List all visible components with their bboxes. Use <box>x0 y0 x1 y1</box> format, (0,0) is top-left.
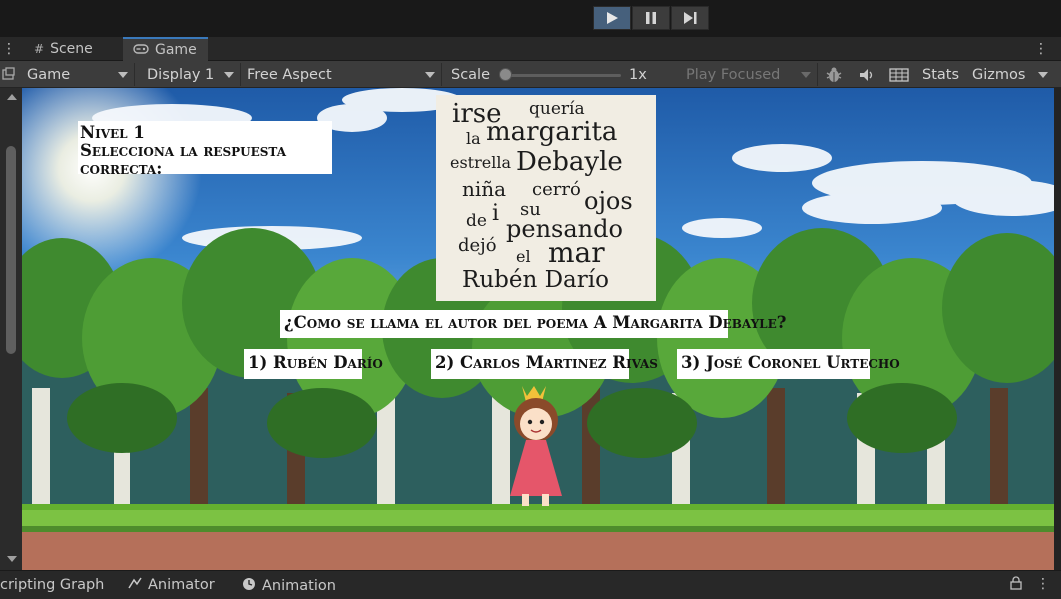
game-viewport[interactable]: Nivel 1 Selecciona la respuesta correcta… <box>22 88 1054 570</box>
word-cloud-word: estrella <box>450 153 511 172</box>
instruction-text: Selecciona la respuesta correcta: <box>80 141 287 179</box>
level-panel: Nivel 1 Selecciona la respuesta correcta… <box>78 121 332 178</box>
pause-button[interactable] <box>632 6 670 30</box>
game-view-dropdown-label: Game <box>27 66 71 83</box>
tab-scene-label: Scene <box>50 41 93 57</box>
gizmos-dropdown[interactable]: Gizmos <box>966 63 1054 86</box>
scale-slider-handle[interactable] <box>499 68 512 81</box>
maximize-icon[interactable] <box>0 63 20 84</box>
bottom-tab-bar: cripting Graph Animator Animation ⋮ <box>0 570 1061 599</box>
dirt-ground <box>22 532 1054 570</box>
chevron-down-icon <box>801 72 811 78</box>
tab-animator-label: Animator <box>148 577 215 593</box>
scrollbar-thumb[interactable] <box>6 146 16 354</box>
grid-layout-icon[interactable] <box>887 64 911 85</box>
word-cloud-word: Rubén Darío <box>462 267 609 293</box>
scale-value: 1x <box>629 66 647 83</box>
aspect-dropdown[interactable]: Free Aspect <box>241 63 442 86</box>
chevron-down-icon <box>224 72 234 78</box>
chevron-down-icon <box>425 72 435 78</box>
play-icon <box>607 12 618 24</box>
chevron-down-icon <box>1038 72 1048 78</box>
panel-menu-icon[interactable]: ⋮ <box>2 42 16 56</box>
window-menu-icon[interactable]: ⋮ <box>1034 42 1048 56</box>
tab-scripting-graph-label: cripting Graph <box>0 577 105 593</box>
tab-animator[interactable]: Animator <box>128 577 215 593</box>
play-focused-dropdown[interactable]: Play Focused <box>680 63 818 86</box>
clock-icon <box>242 577 256 595</box>
play-toolbar <box>0 0 1061 37</box>
level-title: Nivel 1 <box>80 123 145 142</box>
step-button[interactable] <box>671 6 709 30</box>
play-button[interactable] <box>593 6 631 30</box>
grass-edge <box>22 526 1054 532</box>
viewport-right-margin <box>1054 88 1061 570</box>
gizmos-label: Gizmos <box>972 66 1026 83</box>
stats-button[interactable]: Stats <box>922 63 959 86</box>
tab-scripting-graph[interactable]: cripting Graph <box>0 577 104 593</box>
word-cloud-word: mar <box>548 236 605 269</box>
word-cloud-word: de <box>466 211 487 231</box>
word-cloud-word: el <box>516 247 531 266</box>
pause-icon <box>646 12 656 24</box>
lock-icon[interactable] <box>1010 576 1022 590</box>
scale-slider-track[interactable] <box>505 74 621 77</box>
bug-icon[interactable] <box>822 64 846 85</box>
tab-scene[interactable]: # Scene <box>24 37 122 61</box>
question-text: ¿Como se llama el autor del poema A Marg… <box>280 310 786 338</box>
word-cloud-word: Debayle <box>516 147 623 177</box>
tab-game[interactable]: Game <box>123 37 208 61</box>
game-view-dropdown[interactable]: Game <box>21 63 135 86</box>
chevron-down-icon <box>118 72 128 78</box>
word-cloud-image: irse quería la margarita estrella Debayl… <box>436 95 656 301</box>
word-cloud-word: cerró <box>532 179 581 200</box>
answer-option-3[interactable]: 3) José Coronel Urtecho <box>677 349 900 379</box>
answer-option-1[interactable]: 1) Rubén Darío <box>244 349 383 379</box>
word-cloud-word: dejó <box>458 235 497 256</box>
display-dropdown-label: Display 1 <box>147 66 215 83</box>
scroll-down-icon[interactable] <box>7 556 17 562</box>
word-cloud-word: margarita <box>486 117 618 147</box>
tab-animation-label: Animation <box>262 578 336 594</box>
word-cloud-word: ojos <box>584 187 633 215</box>
speaker-icon[interactable] <box>855 64 879 85</box>
grass-strip <box>22 510 1054 528</box>
tab-game-label: Game <box>155 42 197 58</box>
animator-icon <box>128 577 142 593</box>
word-cloud-word: i <box>492 201 500 226</box>
tab-strip: ⋮ # Scene Game ⋮ <box>0 37 1061 61</box>
word-cloud-word: quería <box>529 99 585 119</box>
vertical-scrollbar[interactable] <box>0 88 22 570</box>
scale-label: Scale <box>451 66 491 83</box>
scroll-up-icon[interactable] <box>7 94 17 100</box>
play-focused-label: Play Focused <box>686 66 781 83</box>
display-dropdown[interactable]: Display 1 <box>141 63 241 86</box>
word-cloud-word: niña <box>462 177 507 201</box>
unity-editor: ⋮ # Scene Game ⋮ Game Display 1 Free Asp… <box>0 0 1061 599</box>
tab-animation[interactable]: Animation <box>242 577 336 595</box>
grid-icon: # <box>34 42 45 56</box>
step-icon <box>684 12 697 24</box>
panel-options-icon[interactable]: ⋮ <box>1036 577 1050 591</box>
aspect-dropdown-label: Free Aspect <box>247 66 332 83</box>
word-cloud-word: la <box>466 129 481 148</box>
gamepad-icon <box>133 43 149 57</box>
answer-option-2[interactable]: 2) Carlos Martinez Rivas <box>431 349 658 379</box>
